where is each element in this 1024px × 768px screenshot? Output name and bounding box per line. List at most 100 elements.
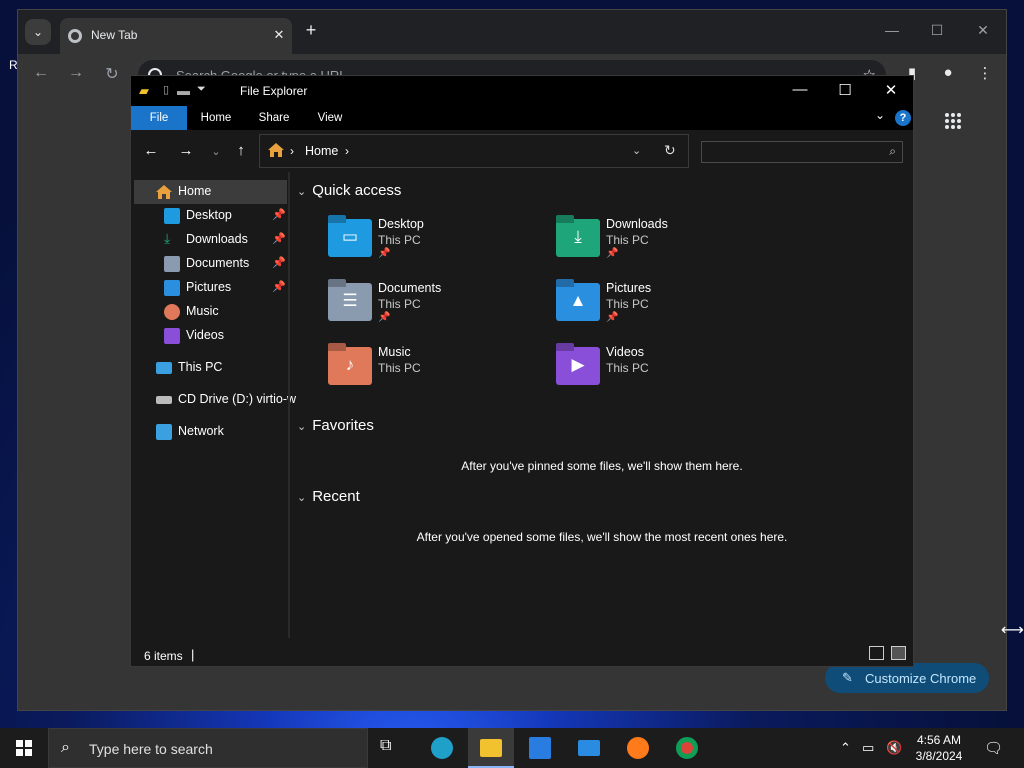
- customize-chrome-button[interactable]: ✎ Customize Chrome: [825, 663, 989, 693]
- explorer-maximize-button[interactable]: ☐: [833, 81, 857, 99]
- documents-folder-icon: ☰: [328, 283, 372, 321]
- tile-location: This PC: [606, 233, 649, 247]
- tile-videos[interactable]: ▶ Videos This PC: [556, 345, 776, 401]
- taskbar-clock[interactable]: 4:56 AM 3/8/2024: [914, 732, 964, 764]
- reload-icon[interactable]: ↻: [102, 64, 122, 84]
- tile-pictures[interactable]: ▲ Pictures This PC 📌: [556, 281, 776, 337]
- tile-music[interactable]: ♪ Music This PC: [328, 345, 548, 401]
- breadcrumb-separator[interactable]: ›: [345, 144, 349, 158]
- chrome-maximize-button[interactable]: ☐: [927, 22, 947, 39]
- group-quick-access[interactable]: ⌄ Quick access: [297, 182, 401, 199]
- explorer-app-icon: ▰: [139, 83, 149, 98]
- tile-downloads[interactable]: ⤓ Downloads This PC 📌: [556, 217, 776, 273]
- profile-icon[interactable]: ●: [938, 64, 958, 81]
- task-view-button[interactable]: ⧉: [368, 728, 414, 768]
- tile-documents[interactable]: ☰ Documents This PC 📌: [328, 281, 548, 337]
- nav-item-downloads[interactable]: ⤓ Downloads 📌: [131, 228, 287, 252]
- desktop-folder-icon: ▭: [328, 219, 372, 257]
- nav-item-cd-drive[interactable]: CD Drive (D:) virtio-w: [131, 388, 296, 412]
- search-icon: ⌕: [61, 739, 70, 756]
- chrome-close-button[interactable]: ✕: [973, 22, 993, 39]
- details-view-icon[interactable]: [869, 646, 884, 660]
- forward-arrow-icon[interactable]: →: [66, 64, 86, 82]
- pencil-icon: ✎: [842, 670, 853, 685]
- tab-close-button[interactable]: ✕: [270, 27, 288, 43]
- expand-ribbon-icon[interactable]: ⌄: [875, 108, 885, 122]
- up-button[interactable]: ↑: [231, 142, 251, 159]
- nav-item-this-pc[interactable]: This PC: [131, 356, 287, 380]
- explorer-minimize-button[interactable]: —: [788, 81, 812, 98]
- file-explorer-window: ▰ ▯ ▬ ⏷ File Explorer — ☐ ✕ File Home Sh…: [130, 75, 914, 667]
- google-apps-icon[interactable]: [945, 113, 961, 129]
- nav-item-pictures[interactable]: Pictures 📌: [131, 276, 287, 300]
- tab-home[interactable]: Home: [193, 106, 239, 130]
- pin-icon[interactable]: 📌: [272, 256, 286, 269]
- tab-search-button[interactable]: ⌄: [25, 19, 51, 45]
- nav-item-network[interactable]: Network: [131, 420, 287, 444]
- taskbar-chrome[interactable]: [664, 728, 710, 768]
- back-arrow-icon[interactable]: ←: [31, 64, 51, 82]
- customize-qat-icon[interactable]: ⏷: [197, 83, 206, 96]
- breadcrumb-separator[interactable]: ›: [290, 144, 294, 158]
- tile-name: Documents: [378, 281, 442, 295]
- tab-view[interactable]: View: [307, 106, 353, 130]
- show-hidden-icons-icon[interactable]: ⌃: [840, 740, 851, 756]
- pin-icon[interactable]: 📌: [272, 208, 286, 221]
- taskbar-search-placeholder: Type here to search: [89, 741, 213, 757]
- explorer-close-button[interactable]: ✕: [879, 81, 903, 99]
- taskbar-search-box[interactable]: ⌕ Type here to search: [48, 728, 368, 768]
- chrome-minimize-button[interactable]: —: [882, 22, 902, 38]
- recent-locations-icon[interactable]: ⌄: [206, 145, 226, 158]
- refresh-icon[interactable]: ↻: [664, 142, 676, 159]
- resize-cursor-icon: ⟷: [1001, 622, 1024, 639]
- taskbar-mail[interactable]: [566, 728, 612, 768]
- taskbar-edge[interactable]: [419, 728, 465, 768]
- properties-icon[interactable]: ▯: [163, 83, 169, 96]
- group-recent[interactable]: ⌄ Recent: [297, 488, 360, 505]
- customize-chrome-label: Customize Chrome: [865, 671, 977, 686]
- clock-time: 4:56 AM: [916, 733, 962, 747]
- address-row: ← → ⌄ ↑ › Home › ⌄ ↻ ⌕: [131, 130, 913, 172]
- music-icon: [164, 304, 180, 320]
- tile-desktop[interactable]: ▭ Desktop This PC 📌: [328, 217, 548, 273]
- back-button[interactable]: ←: [141, 142, 161, 159]
- nav-item-desktop[interactable]: Desktop 📌: [131, 204, 287, 228]
- taskbar-store[interactable]: [517, 728, 563, 768]
- taskbar-file-explorer[interactable]: [468, 728, 514, 768]
- nav-label: CD Drive (D:) virtio-w: [178, 392, 297, 406]
- chrome-tab-strip: ⌄ New Tab ✕ + — ☐ ✕: [18, 10, 1006, 54]
- network-status-icon[interactable]: ▭: [862, 740, 874, 756]
- volume-muted-icon[interactable]: 🔇: [886, 740, 902, 756]
- chrome-menu-icon[interactable]: ⋮: [975, 64, 995, 82]
- new-tab-button[interactable]: +: [301, 20, 321, 41]
- group-favorites[interactable]: ⌄ Favorites: [297, 417, 374, 434]
- nav-item-music[interactable]: Music: [131, 300, 287, 324]
- address-dropdown-icon[interactable]: ⌄: [632, 144, 641, 157]
- nav-label: Downloads: [186, 232, 248, 246]
- start-button[interactable]: [16, 740, 32, 756]
- taskbar-firefox[interactable]: [615, 728, 661, 768]
- pin-icon[interactable]: 📌: [272, 232, 286, 245]
- tab-share[interactable]: Share: [251, 106, 297, 130]
- pin-icon: 📌: [378, 312, 391, 323]
- search-input[interactable]: ⌕: [701, 141, 903, 163]
- nav-item-home[interactable]: Home: [134, 180, 287, 204]
- chrome-icon: [676, 737, 698, 759]
- tab-file[interactable]: File: [131, 106, 187, 130]
- mail-icon: [578, 740, 600, 756]
- new-folder-icon[interactable]: ▬: [177, 83, 190, 98]
- help-icon[interactable]: ?: [895, 110, 911, 126]
- large-icons-view-icon[interactable]: [891, 646, 906, 660]
- clock-date: 3/8/2024: [915, 749, 963, 763]
- pane-splitter[interactable]: [288, 172, 290, 638]
- tile-location: This PC: [378, 361, 421, 375]
- tab-new-tab[interactable]: New Tab ✕: [60, 18, 292, 54]
- pin-icon[interactable]: 📌: [272, 280, 286, 293]
- breadcrumb-home[interactable]: Home: [305, 144, 338, 158]
- tile-name: Music: [378, 345, 411, 359]
- notification-icon[interactable]: 🗨: [984, 739, 1003, 757]
- nav-item-documents[interactable]: Documents 📌: [131, 252, 287, 276]
- forward-button[interactable]: →: [176, 142, 196, 159]
- nav-item-videos[interactable]: Videos: [131, 324, 287, 348]
- address-bar[interactable]: › Home › ⌄ ↻: [259, 134, 689, 168]
